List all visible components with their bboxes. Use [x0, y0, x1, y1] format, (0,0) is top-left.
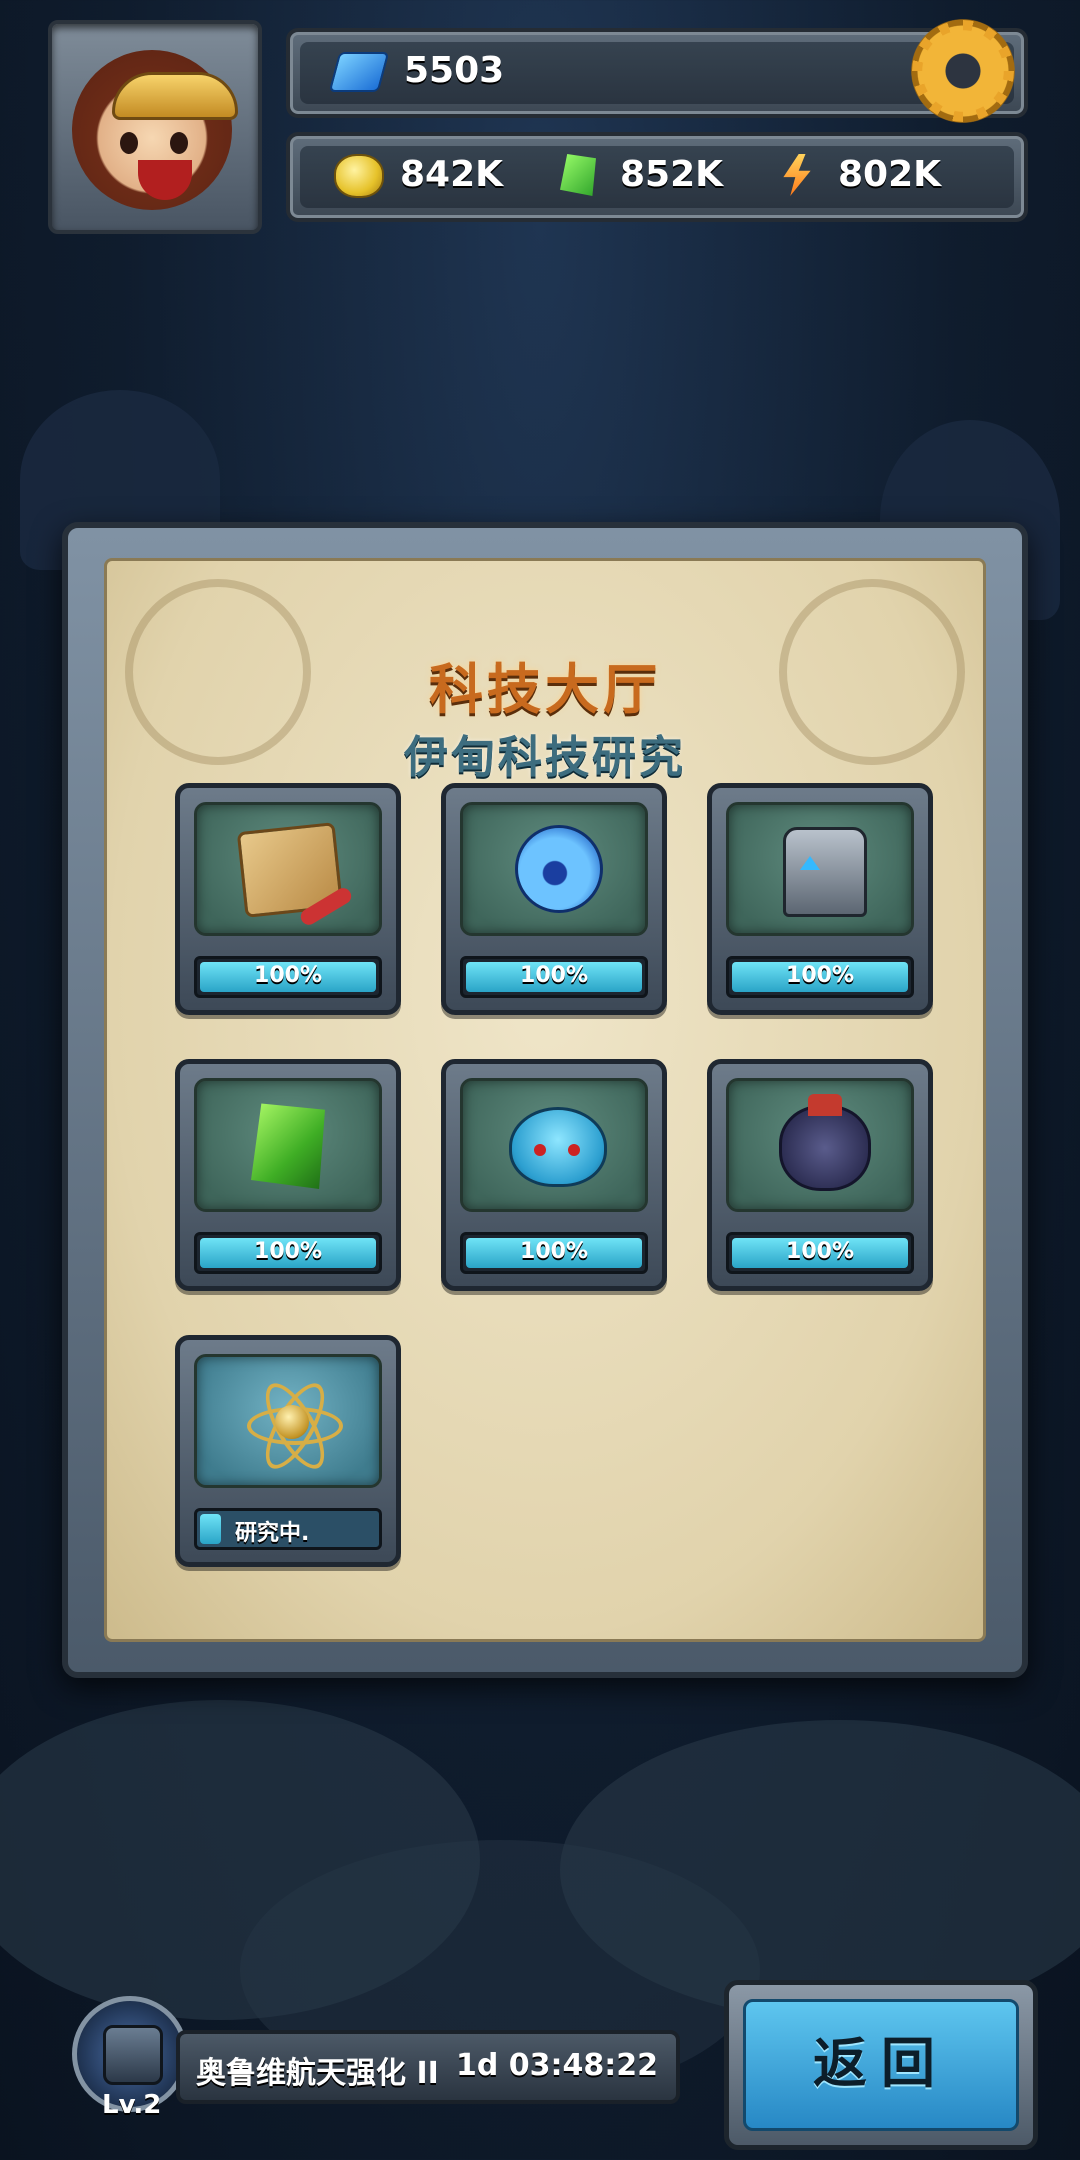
tech-tile[interactable]: 100%: [441, 1059, 667, 1291]
progress-bar: 100%: [194, 1232, 382, 1274]
avatar-mouth: [138, 160, 192, 200]
back-button-label: 返回: [813, 2032, 949, 2095]
atom-core: [275, 1405, 309, 1439]
player-avatar[interactable]: [48, 20, 262, 234]
research-task-bar[interactable]: 奥鲁维航天强化 II 1d 03:48:22: [176, 2030, 680, 2104]
panel-subtitle: 伊甸科技研究: [404, 732, 686, 783]
progress-label: 研究中.: [235, 1521, 310, 1546]
tile-screen: [460, 1078, 648, 1212]
gold-count: 842K: [400, 154, 504, 195]
progress-label: 100%: [786, 1239, 854, 1264]
atom-icon: [247, 1374, 343, 1478]
progress-label: 100%: [786, 963, 854, 988]
progress-bar: 研究中.: [194, 1508, 382, 1550]
tile-screen: [726, 1078, 914, 1212]
progress-label: 100%: [520, 963, 588, 988]
green-crystal-icon: [251, 1103, 325, 1189]
gold-ore-icon: [334, 154, 384, 198]
robot-icon: [783, 827, 867, 917]
settings-gear-icon[interactable]: [908, 16, 1018, 126]
progress-label: 100%: [254, 1239, 322, 1264]
tile-screen: [460, 802, 648, 936]
progress-label: 100%: [520, 1239, 588, 1264]
tile-screen: [194, 802, 382, 936]
tech-tile[interactable]: 100%: [175, 1059, 401, 1291]
map-scroll-icon: [236, 822, 344, 918]
blue-blob-monster-icon: [509, 1107, 607, 1187]
crown-icon: [112, 72, 238, 120]
tech-tile[interactable]: 100%: [441, 783, 667, 1015]
crystal-count: 852K: [620, 154, 724, 195]
progress-bar: 100%: [460, 956, 648, 998]
progress-bar: 100%: [726, 1232, 914, 1274]
avatar-eye: [170, 132, 188, 154]
hero-level: Lv.2: [102, 2090, 162, 2120]
avatar-face: [72, 50, 238, 210]
back-button[interactable]: 返回: [724, 1980, 1038, 2150]
tech-tile[interactable]: 100%: [707, 783, 933, 1015]
tile-screen: [194, 1354, 382, 1488]
gem-count: 5503: [404, 50, 505, 91]
tech-tile[interactable]: 100%: [175, 783, 401, 1015]
progress-bar: 100%: [194, 956, 382, 998]
energy-count: 802K: [838, 154, 942, 195]
panel-paper: 科技大厅 伊甸科技研究 100% 100% 100% 100% 100% 100…: [104, 558, 986, 1642]
progress-bar: 100%: [726, 956, 914, 998]
task-name: 奥鲁维航天强化 II: [196, 2056, 439, 2091]
avatar-eye: [120, 132, 138, 154]
tile-screen: [194, 1078, 382, 1212]
tech-hall-panel: 科技大厅 伊甸科技研究 100% 100% 100% 100% 100% 100…: [62, 522, 1028, 1678]
resource-bar: 842K 852K 802K: [286, 132, 1028, 222]
armored-monster-icon: [779, 1094, 871, 1191]
tech-tile[interactable]: 100%: [707, 1059, 933, 1291]
progress-label: 100%: [254, 963, 322, 988]
progress-bar: 100%: [460, 1232, 648, 1274]
tile-screen: [726, 802, 914, 936]
blue-orb-icon: [515, 825, 603, 913]
mech-icon: [103, 2025, 163, 2085]
tech-tile-researching[interactable]: 研究中.: [175, 1335, 401, 1567]
task-timer: 1d 03:48:22: [455, 2048, 658, 2083]
panel-title: 科技大厅: [429, 658, 661, 721]
